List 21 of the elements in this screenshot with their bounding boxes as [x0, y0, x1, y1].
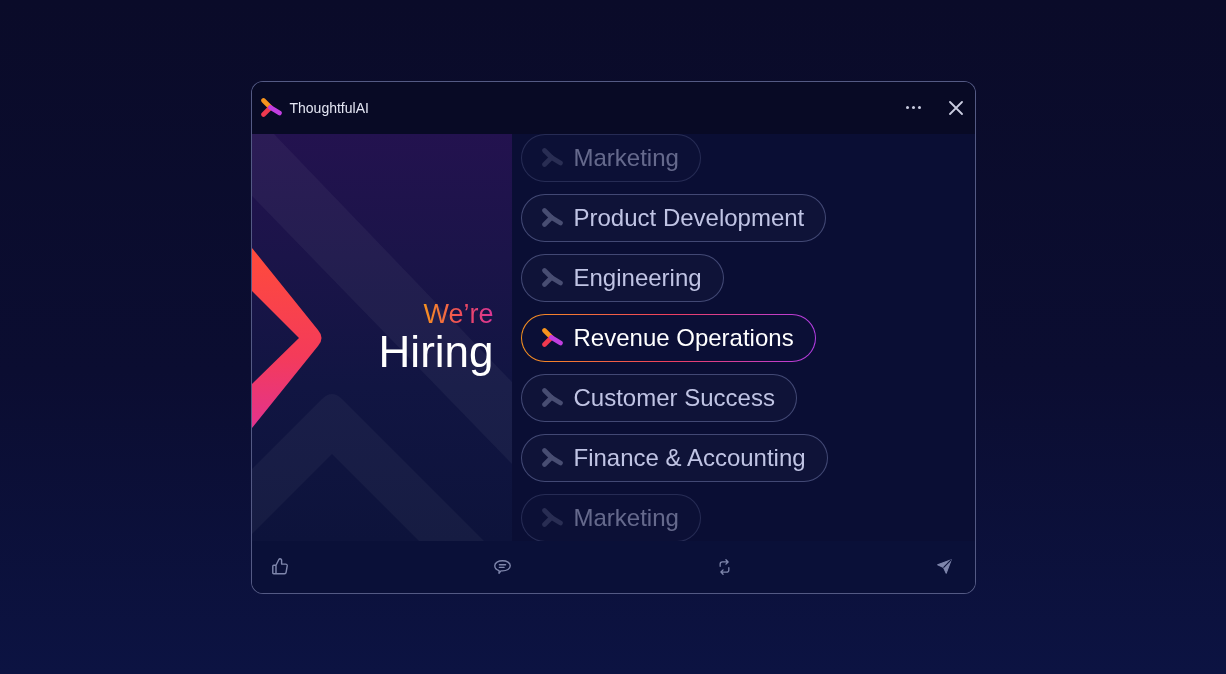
department-pill[interactable]: Finance & Accounting: [520, 433, 828, 482]
logo-icon: [541, 448, 563, 467]
logo-icon: [541, 208, 563, 227]
send-icon[interactable]: [937, 559, 953, 574]
logo-icon: [541, 508, 563, 527]
logo-icon: [541, 328, 563, 347]
close-icon[interactable]: [948, 100, 963, 115]
logo-icon: [260, 98, 282, 117]
department-pill[interactable]: Engineering: [520, 253, 724, 302]
logo-icon: [541, 148, 563, 167]
department-pill[interactable]: Customer Success: [520, 373, 797, 422]
logo-icon: [541, 268, 563, 287]
more-icon[interactable]: [905, 106, 921, 109]
department-pill[interactable]: Revenue Operations: [520, 313, 816, 362]
department-pill[interactable]: Product Development: [520, 193, 827, 242]
banner-headline: Hiring: [378, 329, 494, 375]
logo-icon: [541, 388, 563, 407]
app-title: ThoughtfulAI: [289, 99, 369, 116]
thumbs-up-icon[interactable]: [271, 558, 288, 575]
repeat-icon[interactable]: [717, 558, 731, 575]
chat-bubble-icon[interactable]: [494, 559, 512, 574]
